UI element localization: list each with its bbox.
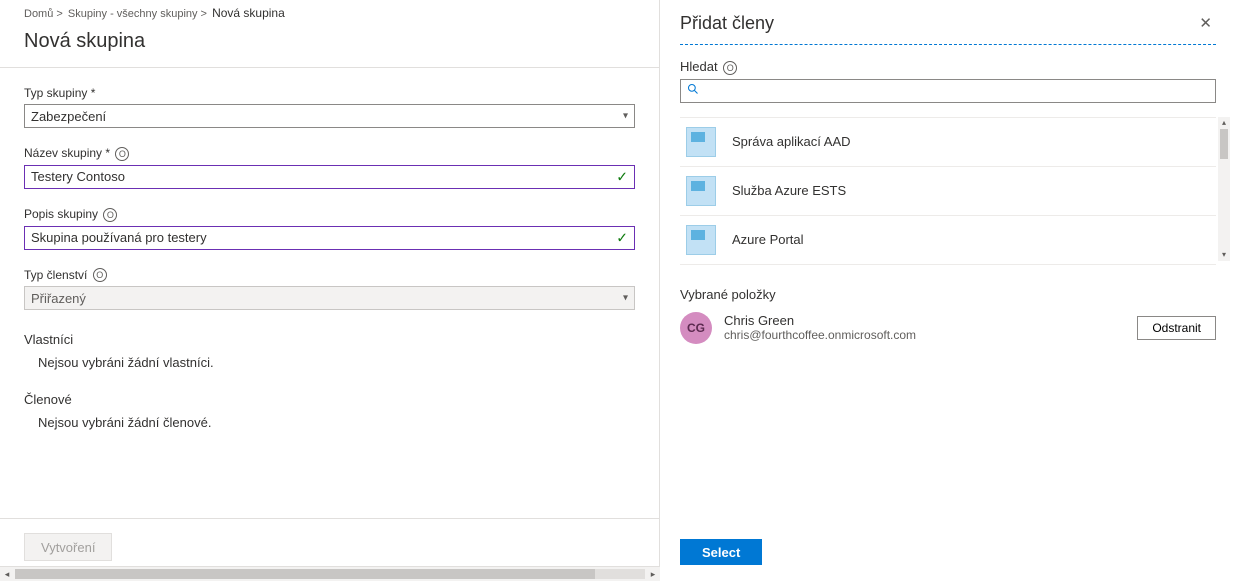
search-label-text: Hledat (680, 59, 718, 74)
add-members-panel: Přidat členy ✕ Hledat O Správa aplikací … (660, 0, 1236, 581)
panel-header: Přidat členy ✕ (680, 0, 1216, 44)
group-desc-value: Skupina používaná pro testery (31, 230, 207, 245)
selected-item: CG Chris Green chris@fourthcoffee.onmicr… (680, 302, 1216, 354)
selected-item-email: chris@fourthcoffee.onmicrosoft.com (724, 328, 1137, 342)
selected-item-name: Chris Green (724, 313, 1137, 328)
group-type-value: Zabezpečení (31, 109, 106, 124)
scroll-right-icon[interactable]: ▸ (646, 569, 660, 580)
membership-type-label-text: Typ členství (24, 268, 87, 282)
result-name: Správa aplikací AAD (732, 134, 851, 149)
new-group-blade: Domů > Skupiny - všechny skupiny > Nová … (0, 0, 660, 581)
info-icon[interactable]: O (103, 208, 117, 222)
close-icon[interactable]: ✕ (1195, 12, 1216, 34)
form-area: Typ skupiny * Zabezpečení ▾ Název skupin… (0, 67, 659, 430)
scroll-up-icon[interactable]: ▴ (1218, 117, 1230, 129)
search-input[interactable] (680, 79, 1216, 103)
panel-separator (680, 44, 1216, 45)
group-desc-label: Popis skupiny O (24, 207, 635, 222)
scroll-down-icon[interactable]: ▾ (1218, 249, 1230, 261)
panel-footer: Select (680, 539, 762, 565)
membership-type-label: Typ členství O (24, 268, 635, 283)
result-item[interactable]: Správa aplikací AAD (680, 117, 1216, 167)
panel-title: Přidat členy (680, 13, 774, 34)
group-name-value: Testery Contoso (31, 169, 125, 184)
result-item[interactable]: Služba Azure ESTS (680, 167, 1216, 216)
result-name: Azure Portal (732, 232, 804, 247)
result-item[interactable]: Azure Portal (680, 216, 1216, 265)
scroll-thumb[interactable] (15, 569, 595, 579)
search-results: Správa aplikací AAD Služba Azure ESTS Az… (680, 117, 1216, 265)
breadcrumb: Domů > Skupiny - všechny skupiny > Nová … (0, 0, 659, 24)
form-footer: Vytvoření (0, 518, 659, 561)
chevron-down-icon: ▾ (623, 293, 628, 304)
owners-header: Vlastníci (24, 332, 635, 347)
members-empty-text: Nejsou vybráni žádní členové. (24, 407, 635, 430)
selected-item-text: Chris Green chris@fourthcoffee.onmicroso… (724, 313, 1137, 342)
check-icon: ✓ (616, 168, 628, 185)
info-icon[interactable]: O (723, 61, 737, 75)
app-icon (686, 176, 716, 206)
owners-empty-text: Nejsou vybráni žádní vlastníci. (24, 347, 635, 370)
scroll-left-icon[interactable]: ◂ (0, 569, 14, 580)
group-type-label: Typ skupiny * (24, 86, 635, 100)
breadcrumb-current: Nová skupina (212, 6, 285, 20)
check-icon: ✓ (616, 229, 628, 246)
result-name: Služba Azure ESTS (732, 183, 846, 198)
info-icon[interactable]: O (115, 147, 129, 161)
select-button[interactable]: Select (680, 539, 762, 565)
breadcrumb-home[interactable]: Domů > (24, 8, 63, 20)
chevron-down-icon: ▾ (623, 111, 628, 122)
group-name-label-text: Název skupiny * (24, 146, 110, 160)
app-icon (686, 225, 716, 255)
group-desc-label-text: Popis skupiny (24, 207, 98, 221)
group-type-label-text: Typ skupiny * (24, 86, 95, 100)
group-desc-input[interactable]: Skupina používaná pro testery ✓ (24, 226, 635, 250)
search-label: Hledat O (680, 59, 1216, 75)
page-title: Nová skupina (0, 24, 659, 67)
group-name-input[interactable]: Testery Contoso ✓ (24, 165, 635, 189)
selected-items-label: Vybrané položky (680, 287, 1216, 302)
remove-button[interactable]: Odstranit (1137, 316, 1216, 340)
scroll-thumb[interactable] (1220, 129, 1228, 159)
app-icon (686, 127, 716, 157)
avatar: CG (680, 312, 712, 344)
members-header: Členové (24, 392, 635, 407)
group-type-select[interactable]: Zabezpečení ▾ (24, 104, 635, 128)
horizontal-scrollbar[interactable]: ◂ ▸ (0, 566, 660, 581)
create-button[interactable]: Vytvoření (24, 533, 112, 561)
scroll-track[interactable] (15, 569, 645, 579)
vertical-scrollbar[interactable]: ▴ ▾ (1218, 117, 1230, 261)
search-icon (687, 83, 699, 98)
info-icon[interactable]: O (93, 268, 107, 282)
breadcrumb-groups[interactable]: Skupiny - všechny skupiny > (68, 8, 207, 20)
membership-type-select[interactable]: Přiřazený ▾ (24, 286, 635, 310)
group-name-label: Název skupiny * O (24, 146, 635, 161)
membership-type-value: Přiřazený (31, 291, 86, 306)
